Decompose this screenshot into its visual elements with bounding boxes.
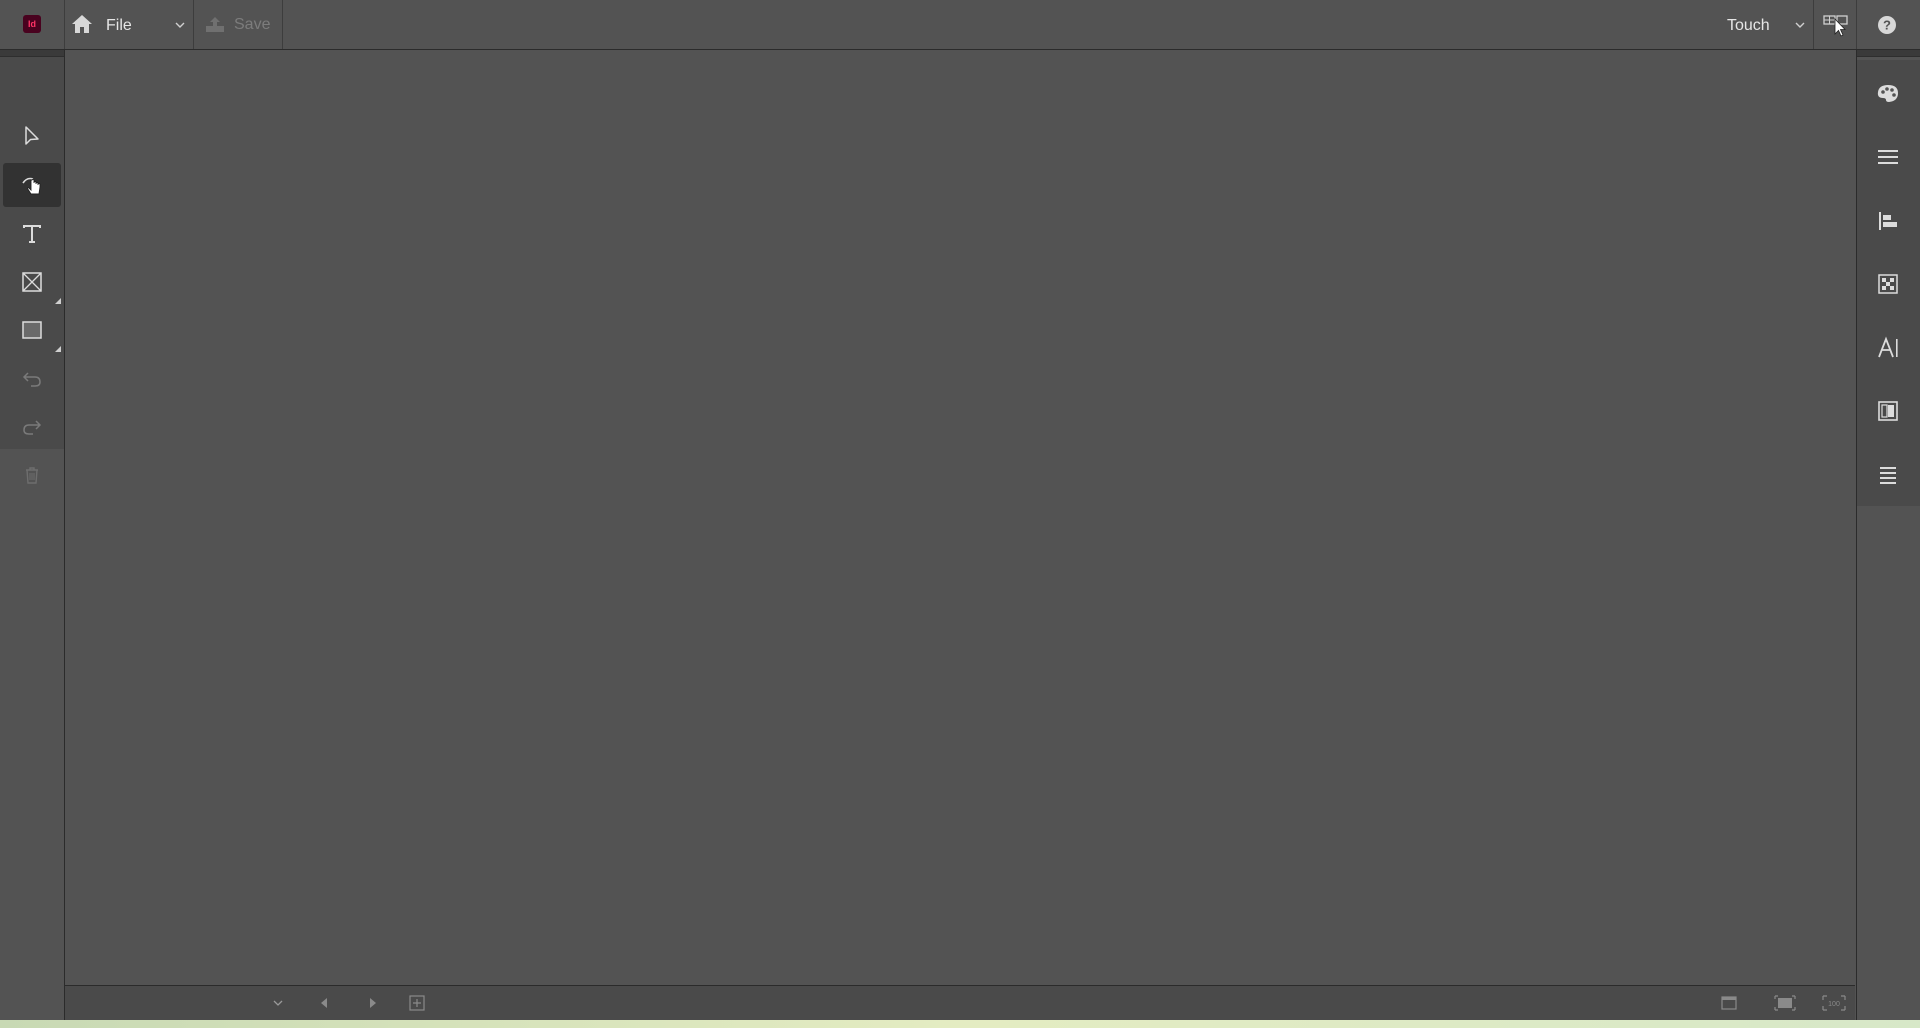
add-page-button[interactable]	[408, 994, 426, 1012]
undo-tool[interactable]	[3, 357, 61, 401]
help-button[interactable]: ?	[1876, 14, 1898, 36]
effects-panel-button[interactable]	[1870, 266, 1906, 302]
save-button[interactable]: Save	[200, 13, 280, 37]
document-status-bar: 100	[65, 985, 1855, 1021]
swatches-panel-button[interactable]	[1870, 75, 1906, 111]
help-icon: ?	[1878, 16, 1896, 34]
paragraph-lines-icon	[1880, 467, 1896, 484]
align-panel-button[interactable]	[1870, 203, 1906, 239]
tool-flyout-indicator	[55, 346, 61, 352]
file-menu[interactable]: File	[100, 14, 190, 36]
svg-text:100: 100	[1828, 1001, 1840, 1008]
chevron-down-icon	[1795, 22, 1805, 28]
triangle-left-icon	[321, 998, 327, 1008]
triangle-right-icon	[370, 998, 376, 1008]
character-panel-button[interactable]	[1870, 330, 1906, 366]
stroke-panel-button[interactable]	[1870, 139, 1906, 175]
align-left-icon	[1879, 212, 1897, 230]
rectangle-tool[interactable]	[3, 308, 61, 352]
type-tool[interactable]	[3, 212, 61, 256]
home-button[interactable]	[70, 13, 96, 37]
next-page-button[interactable]	[364, 995, 380, 1011]
character-A-icon	[1878, 336, 1898, 358]
trash-icon	[26, 467, 38, 484]
arrange-documents-icon	[1823, 15, 1848, 37]
previous-page-button[interactable]	[317, 995, 333, 1011]
type-T-icon	[23, 225, 41, 243]
page-number-dropdown[interactable]	[270, 995, 286, 1011]
arrange-documents-button[interactable]	[1820, 12, 1852, 38]
frame-x-icon	[22, 272, 42, 292]
actual-size-100-icon: 100	[1822, 995, 1846, 1011]
pages-icon	[1878, 401, 1898, 421]
delete-tool[interactable]	[3, 453, 61, 497]
selection-tool[interactable]	[3, 114, 61, 158]
logo-text: Id	[28, 18, 36, 29]
workspace-label: Touch	[1727, 17, 1770, 34]
pages-panel-button[interactable]	[1870, 393, 1906, 429]
paragraph-panel-button[interactable]	[1870, 457, 1906, 493]
svg-text:?: ?	[1883, 18, 1891, 33]
tool-flyout-indicator	[55, 298, 61, 304]
document-canvas[interactable]	[65, 50, 1855, 985]
save-label: Save	[234, 16, 271, 33]
rectangle-frame-tool[interactable]	[3, 260, 61, 304]
desktop-taskbar-edge	[0, 1020, 1920, 1028]
hand-icon	[22, 177, 41, 195]
indesign-logo: Id	[23, 15, 41, 33]
home-icon	[72, 15, 92, 33]
stroke-lines-icon	[1878, 150, 1898, 164]
chevron-down-icon	[273, 1000, 283, 1006]
redo-tool[interactable]	[3, 405, 61, 449]
application-bar: Id File Save Touch ?	[0, 0, 1920, 50]
tools-panel-strip	[0, 50, 64, 484]
hand-tool[interactable]	[3, 163, 61, 207]
redo-icon	[23, 420, 42, 435]
rectangle-icon	[22, 321, 42, 339]
checker-icon	[1878, 274, 1898, 294]
fit-spread-button[interactable]	[1773, 994, 1797, 1012]
chevron-down-icon	[175, 22, 185, 28]
upload-save-icon	[206, 17, 224, 32]
actual-size-button[interactable]: 100	[1821, 994, 1847, 1012]
fit-spread-icon	[1774, 995, 1796, 1011]
window-view-icon	[1721, 996, 1737, 1010]
undo-icon	[22, 372, 41, 387]
file-menu-label: File	[106, 17, 132, 34]
palette-icon	[1877, 85, 1898, 102]
workspace-switcher[interactable]: Touch	[1715, 14, 1809, 36]
arrow-pointer-icon	[25, 126, 39, 145]
normal-view-button[interactable]	[1719, 994, 1739, 1012]
add-page-icon	[409, 995, 425, 1011]
